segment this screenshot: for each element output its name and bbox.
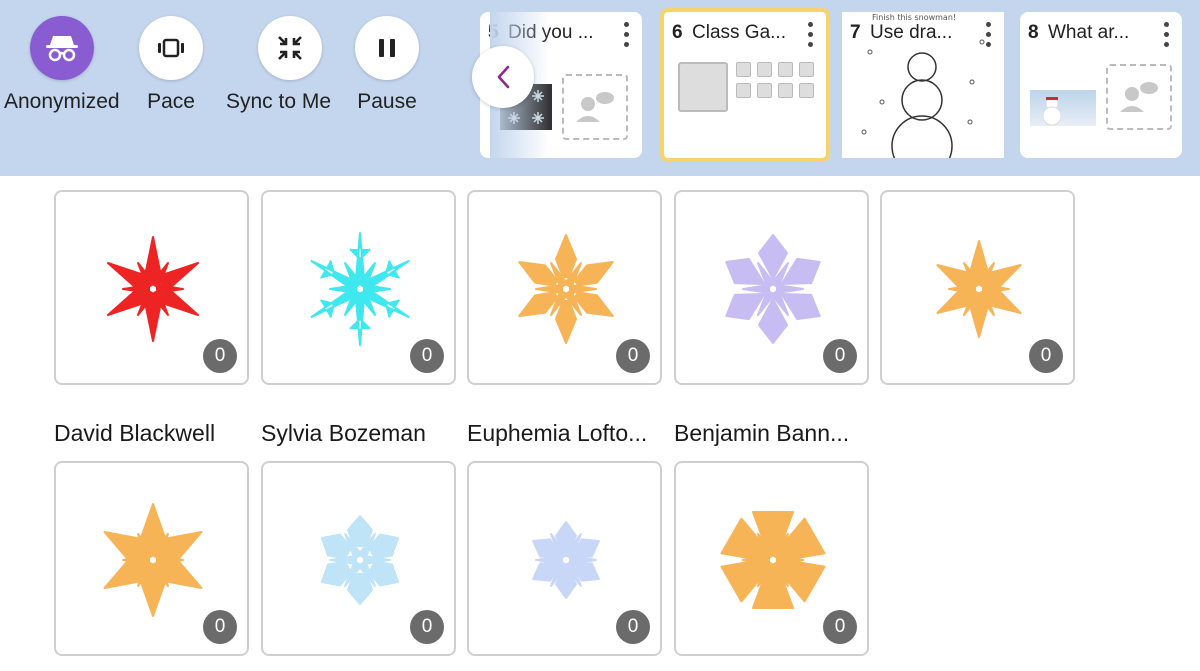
comment-count-badge[interactable]: 0 — [410, 339, 444, 373]
slide-menu-icon[interactable] — [624, 22, 630, 52]
response-tile[interactable]: 0 — [54, 190, 249, 385]
user-comment-icon — [1120, 82, 1158, 112]
chevron-left-icon — [497, 65, 510, 89]
snowflake-drawing — [936, 240, 1022, 338]
slide-number: 8 — [1028, 22, 1039, 43]
snowflake-drawing — [532, 521, 600, 599]
pause-icon — [379, 39, 395, 57]
slide-card-6[interactable]: 6 Class Ga... — [660, 8, 830, 162]
slide-card-7[interactable]: Finish this snowman! 7 Use dra... — [842, 12, 1004, 158]
pause-label: Pause — [357, 90, 417, 113]
svg-text:Finish this snowman!: Finish this snowman! — [872, 13, 956, 22]
snowflake-drawing — [310, 232, 410, 346]
response-tile[interactable]: 0 — [674, 461, 869, 656]
student-name: David Blackwell — [54, 420, 216, 446]
comment-count-badge[interactable]: 0 — [203, 339, 237, 373]
slide-number: 6 — [672, 22, 683, 43]
slide-menu-icon[interactable] — [808, 22, 814, 52]
comment-count-badge[interactable]: 0 — [410, 610, 444, 644]
student-name: Sylvia Bozeman — [261, 420, 426, 446]
snowflake-drawing — [720, 511, 826, 609]
snowflake-drawing — [725, 234, 821, 344]
slide-card-8[interactable]: 8 What ar... — [1020, 12, 1182, 158]
response-tile[interactable]: 0 — [261, 461, 456, 656]
presenter-toolbar: Anonymized Pace Sync to Me Pause Did you… — [0, 0, 1200, 176]
slide-number: 7 — [850, 22, 861, 43]
sync-to-me-button[interactable]: Sync to Me — [226, 16, 331, 114]
comment-count-badge[interactable]: 0 — [203, 610, 237, 644]
response-tile[interactable]: 0 — [467, 461, 662, 656]
slide-title: Class Ga... — [692, 22, 786, 43]
student-name: Euphemia Lofto... — [467, 420, 648, 446]
class-grid-thumbnail — [678, 62, 728, 112]
snowflake-drawing — [320, 515, 400, 605]
snowflake-drawing — [103, 503, 203, 617]
slide-title: What ar... — [1048, 22, 1130, 43]
response-tile[interactable]: 0 — [54, 461, 249, 656]
response-placeholder — [1106, 64, 1172, 130]
response-tile[interactable]: 0 — [880, 190, 1075, 385]
anonymized-button[interactable]: Anonymized — [4, 16, 120, 114]
pace-label: Pace — [147, 90, 195, 113]
comment-count-badge[interactable]: 0 — [616, 339, 650, 373]
snowflake-drawing — [518, 234, 614, 344]
incognito-icon — [45, 36, 78, 62]
sync-to-me-icon — [277, 36, 302, 60]
response-tile[interactable]: 0 — [467, 190, 662, 385]
pace-button[interactable]: Pace — [139, 16, 203, 114]
sync-to-me-label: Sync to Me — [226, 90, 332, 113]
slide-title: Use dra... — [870, 22, 953, 43]
response-tile[interactable]: 0 — [261, 190, 456, 385]
comment-count-badge[interactable]: 0 — [1029, 339, 1063, 373]
pace-icon — [158, 38, 184, 58]
student-name: Benjamin Bann... — [674, 420, 850, 446]
slide-menu-icon[interactable] — [1164, 22, 1170, 52]
class-grid-small-tiles — [736, 62, 820, 98]
comment-count-badge[interactable]: 0 — [616, 610, 650, 644]
pause-button[interactable]: Pause — [355, 16, 419, 114]
snowflake-drawing — [106, 236, 200, 342]
slide-menu-icon[interactable] — [986, 22, 992, 52]
snowman-photo-thumbnail — [1030, 90, 1096, 126]
user-comment-icon — [576, 92, 614, 122]
anonymized-label: Anonymized — [4, 90, 120, 113]
comment-count-badge[interactable]: 0 — [823, 610, 857, 644]
response-tile[interactable]: 0 — [674, 190, 869, 385]
response-placeholder — [562, 74, 628, 140]
comment-count-badge[interactable]: 0 — [823, 339, 857, 373]
scroll-back-button[interactable] — [472, 46, 534, 108]
